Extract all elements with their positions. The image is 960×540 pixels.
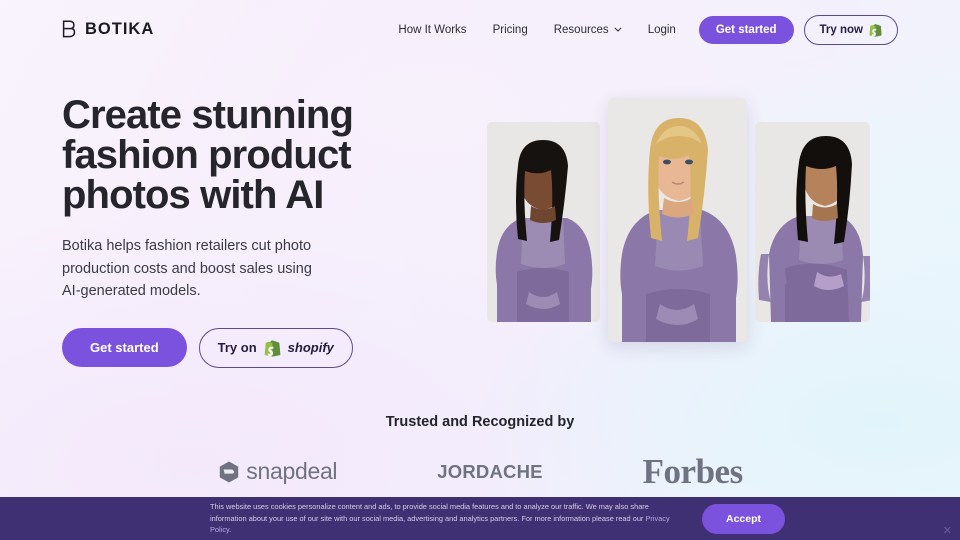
- hero-cta-group: Get started Try on shopify: [62, 327, 462, 368]
- hero-subheading: Botika helps fashion retailers cut photo…: [62, 238, 312, 299]
- nav-label: Login: [647, 23, 676, 36]
- try-on-label: Try on: [217, 340, 257, 355]
- hero-image-right: [755, 122, 870, 322]
- cookie-text-body: This website uses cookies personalize co…: [210, 502, 649, 523]
- cookie-accept-button[interactable]: Accept: [702, 503, 786, 534]
- trusted-by-section: Trusted and Recognized by snapdeal JORDA…: [0, 414, 960, 489]
- close-icon[interactable]: ✕: [943, 526, 952, 537]
- nav-item-resources[interactable]: Resources: [541, 24, 635, 36]
- logo-snapdeal: snapdeal: [217, 458, 338, 485]
- landing-page: BOTIKA How It Works Pricing Resources Lo…: [0, 0, 960, 540]
- shopify-bag-icon: [264, 339, 281, 357]
- shopify-wordmark: shopify: [287, 340, 334, 355]
- hero-try-on-shopify-button[interactable]: Try on shopify: [198, 327, 353, 368]
- brand-logo-row: snapdeal JORDACHE Forbes: [0, 454, 960, 489]
- shopify-bag-icon: [869, 23, 882, 37]
- snapdeal-hexagon-icon: [217, 460, 241, 484]
- chevron-down-icon: [614, 27, 622, 32]
- nav-try-now-button[interactable]: Try now: [803, 14, 898, 45]
- page-title: Create stunning fashion product photos w…: [62, 93, 354, 217]
- trusted-by-title: Trusted and Recognized by: [385, 414, 575, 430]
- try-now-label: Try now: [819, 23, 863, 36]
- nav-label: How It Works: [398, 23, 467, 36]
- cookie-consent-banner: This website uses cookies personalize co…: [0, 497, 960, 540]
- cookie-text-tail: .: [229, 525, 232, 535]
- nav-label: Pricing: [492, 23, 528, 36]
- brand-logo[interactable]: BOTIKA: [62, 20, 154, 39]
- hero-image-gallery: [487, 98, 870, 346]
- nav-label: Resources: [553, 23, 609, 36]
- botika-b-monogram-icon: [62, 20, 79, 39]
- logo-jordache: JORDACHE: [437, 460, 543, 482]
- hero-image-center: [608, 98, 747, 342]
- logo-forbes: Forbes: [642, 452, 744, 491]
- hero-get-started-button[interactable]: Get started: [62, 328, 187, 367]
- hero-image-left: [487, 122, 600, 322]
- snapdeal-wordmark: snapdeal: [246, 458, 338, 484]
- top-navigation-bar: BOTIKA How It Works Pricing Resources Lo…: [0, 0, 960, 59]
- nav-item-how-it-works[interactable]: How It Works: [385, 24, 479, 36]
- nav-item-login[interactable]: Login: [635, 24, 689, 36]
- nav-get-started-button[interactable]: Get started: [698, 15, 794, 44]
- cookie-banner-text: This website uses cookies personalize co…: [210, 501, 680, 536]
- nav-links-group: How It Works Pricing Resources Login Get…: [385, 14, 898, 45]
- nav-item-pricing[interactable]: Pricing: [480, 24, 541, 36]
- brand-name: BOTIKA: [85, 20, 155, 38]
- hero-section: Create stunning fashion product photos w…: [62, 95, 462, 368]
